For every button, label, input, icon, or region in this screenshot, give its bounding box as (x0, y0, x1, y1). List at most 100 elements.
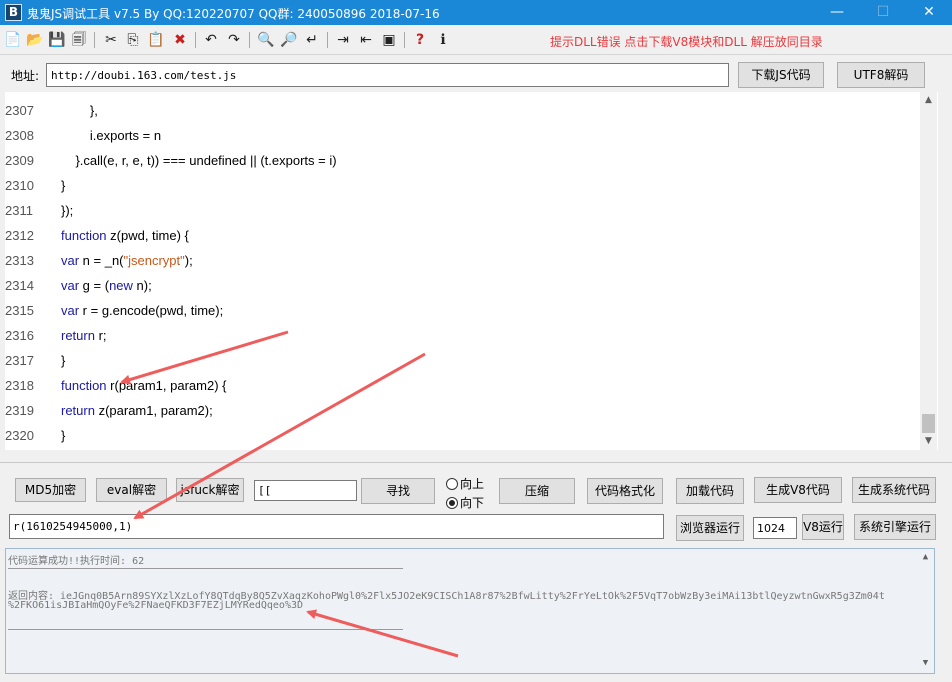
indent-icon[interactable]: ⇥ (333, 30, 353, 50)
scroll-thumb[interactable] (922, 414, 935, 433)
toolbar-separator (404, 32, 405, 48)
code-token: } (61, 353, 66, 368)
find-button[interactable]: 寻找 (361, 478, 435, 504)
code-line: 2307 }, (5, 98, 920, 123)
code-editor[interactable]: 2307 }, 2308 i.exports = n 2309 }.call(e, … (5, 92, 938, 450)
stack-size-input[interactable]: 1024 (753, 517, 797, 539)
scroll-up-arrow[interactable]: ▲ (920, 92, 937, 109)
redo-icon[interactable]: ↷ (224, 30, 244, 50)
code-line: 2309 }.call(e, r, e, t)) === undefined |… (5, 148, 920, 173)
line-number: 2318 (5, 378, 34, 393)
toolbar-separator (94, 32, 95, 48)
browser-run-button[interactable]: 浏览器运行 (676, 515, 744, 541)
v8-run-button[interactable]: V8运行 (802, 514, 844, 540)
eval-decrypt-button[interactable]: eval解密 (96, 478, 167, 502)
code-text: }.call(e, r, e, t)) === undefined || (t.… (61, 148, 336, 173)
code-keyword: var (61, 303, 80, 318)
output-scroll-down-arrow[interactable]: ▼ (917, 655, 934, 672)
help-icon[interactable]: ? (410, 30, 430, 50)
output-return-line-2: %2FKO61isJBIaHmQOyFe%2FNaeQFKD3F7EZjLMYR… (8, 600, 304, 611)
dll-notice-link[interactable]: 提示DLL错误 点击下载V8模块和DLL 解压放同目录 (550, 33, 823, 50)
replace-icon[interactable]: ↵ (302, 30, 322, 50)
new-file-icon[interactable]: 📄 (3, 30, 23, 50)
panel-separator (0, 462, 952, 463)
code-line: 2315 var r = g.encode(pwd, time); (5, 298, 920, 323)
cut-icon[interactable]: ✂ (101, 30, 121, 50)
code-line: 2316 return r; (5, 323, 920, 348)
output-scrollbar[interactable]: ▲ ▼ (917, 549, 934, 673)
code-string: "jsencrypt" (123, 253, 185, 268)
undo-icon[interactable]: ↶ (201, 30, 221, 50)
save-all-icon[interactable]: 🗐 (69, 30, 89, 50)
compress-button[interactable]: 压缩 (499, 478, 575, 504)
info-icon[interactable]: ℹ (433, 30, 453, 50)
line-number: 2313 (5, 253, 34, 268)
code-line: 2311}); (5, 198, 920, 223)
line-number: 2314 (5, 278, 34, 293)
code-token: }, (89, 103, 98, 118)
line-number: 2317 (5, 353, 34, 368)
code-token: z(param1, param2); (94, 403, 213, 418)
line-number: 2307 (5, 103, 34, 118)
window-icon[interactable]: ▣ (379, 30, 399, 50)
scroll-down-arrow[interactable]: ▼ (920, 433, 937, 450)
output-divider (8, 629, 403, 630)
code-keyword: var (61, 253, 80, 268)
editor-scrollbar[interactable]: ▲ ▼ (920, 92, 937, 450)
output-panel[interactable]: 代码运算成功!!执行时间: 62 返回内容: ieJGnq0B5Arn89SYX… (5, 548, 935, 674)
line-number: 2315 (5, 303, 34, 318)
md5-encrypt-button[interactable]: MD5加密 (15, 478, 86, 502)
copy-icon[interactable]: ⎘ (123, 30, 143, 50)
open-folder-icon[interactable]: 📂 (25, 30, 45, 50)
save-icon[interactable]: 💾 (47, 30, 67, 50)
expression-input[interactable]: r(1610254945000,1) (9, 514, 664, 539)
code-token: } (61, 178, 66, 193)
code-line: 2313 var n = _n("jsencrypt"); (5, 248, 920, 273)
output-status: 代码运算成功!!执行时间: 62 (8, 556, 145, 567)
output-scroll-up-arrow[interactable]: ▲ (917, 549, 934, 566)
code-token: g = ( (79, 278, 110, 293)
window-title: 鬼鬼JS调试工具 v7.5 By QQ:120220707 QQ群: 24005… (27, 7, 440, 21)
format-code-button[interactable]: 代码格式化 (587, 478, 663, 504)
code-keyword: return (61, 403, 95, 418)
load-code-button[interactable]: 加载代码 (676, 478, 744, 504)
code-token: ); (184, 253, 193, 268)
generate-system-code-button[interactable]: 生成系统代码 (852, 477, 936, 503)
code-text: return z(param1, param2); (61, 398, 213, 423)
jsfuck-decrypt-button[interactable]: jsfuck解密 (176, 478, 244, 502)
line-number: 2310 (5, 178, 34, 193)
delete-icon[interactable]: ✖ (170, 30, 190, 50)
code-line: 2310} (5, 173, 920, 198)
code-keyword: function (61, 378, 107, 393)
radio-search-up[interactable]: 向上 (446, 475, 506, 491)
code-text: return r; (61, 323, 107, 348)
radio-up-dot[interactable] (446, 478, 458, 490)
code-token: i.exports = n (89, 128, 162, 143)
code-text: }, (61, 98, 98, 123)
line-number: 2309 (5, 153, 34, 168)
minimize-button[interactable]: — (814, 0, 860, 25)
utf8-decode-button[interactable]: UTF8解码 (837, 62, 925, 88)
code-text: function r(param1, param2) { (61, 373, 226, 398)
system-engine-run-button[interactable]: 系统引擎运行 (854, 514, 936, 540)
toolbar-separator (195, 32, 196, 48)
outdent-icon[interactable]: ⇤ (356, 30, 376, 50)
find-binoculars-icon[interactable]: 🔍 (256, 30, 276, 50)
code-line: 2317} (5, 348, 920, 373)
close-button[interactable]: ✕ (906, 0, 952, 25)
radio-down-dot[interactable] (446, 497, 458, 509)
output-divider (8, 568, 403, 569)
search-input[interactable]: [[ (254, 480, 357, 501)
radio-search-down[interactable]: 向下 (446, 494, 506, 510)
code-keyword: var (61, 278, 80, 293)
code-token: r = g.encode(pwd, time); (79, 303, 224, 318)
address-label: 地址: (11, 69, 40, 83)
find-next-icon[interactable]: 🔎 (279, 30, 299, 50)
download-js-button[interactable]: 下载JS代码 (738, 62, 824, 88)
address-input[interactable]: http://doubi.163.com/test.js (46, 63, 729, 87)
generate-v8-code-button[interactable]: 生成V8代码 (754, 477, 842, 503)
code-keyword: return (61, 328, 95, 343)
paste-icon[interactable]: 📋 (146, 30, 166, 50)
